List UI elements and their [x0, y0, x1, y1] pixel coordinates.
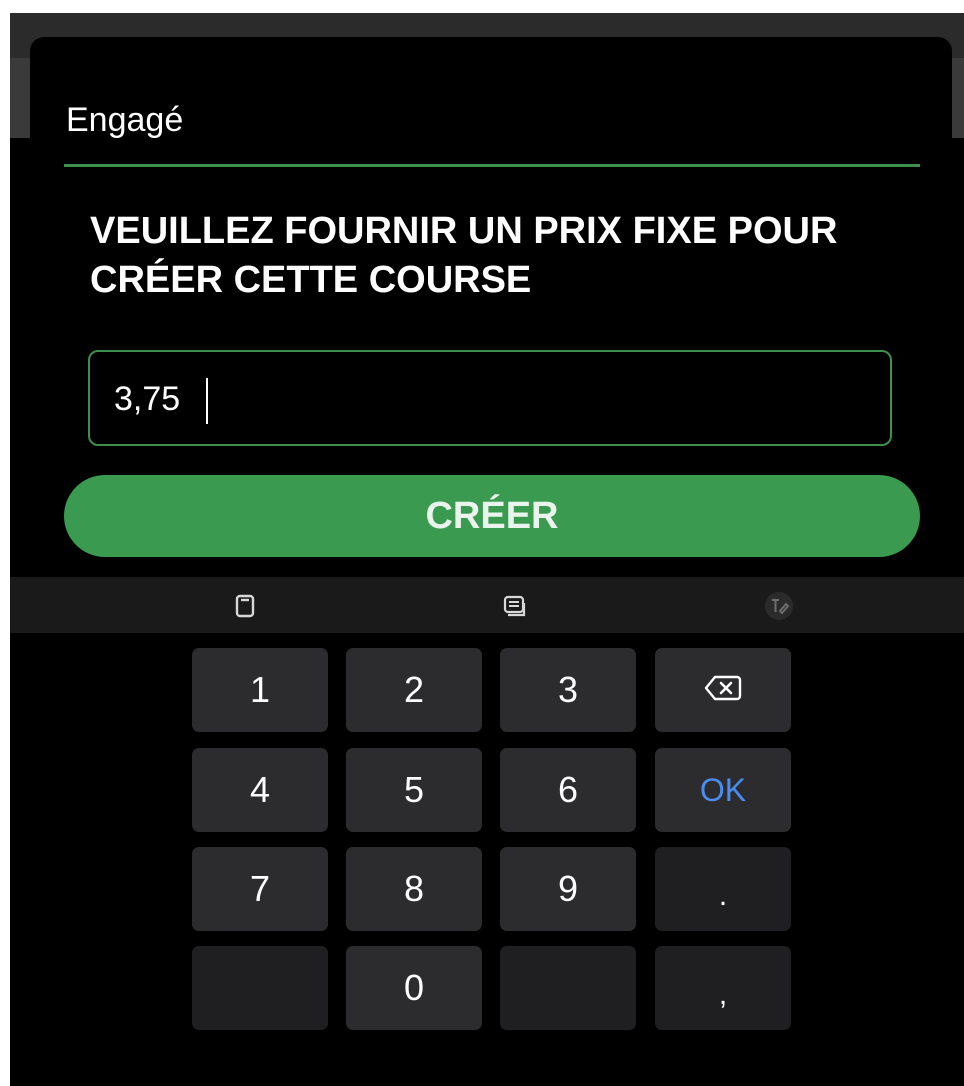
keyboard-toolbar	[10, 577, 964, 633]
key-9[interactable]: 9	[500, 847, 636, 931]
key-4[interactable]: 4	[192, 748, 328, 832]
key-5[interactable]: 5	[346, 748, 482, 832]
title-divider	[64, 164, 920, 167]
price-input[interactable]: 3,75	[88, 350, 892, 446]
key-1[interactable]: 1	[192, 648, 328, 732]
price-prompt: VEUILLEZ FOURNIR UN PRIX FIXE POUR CRÉER…	[90, 210, 838, 301]
price-input-value: 3,75	[114, 380, 181, 418]
backspace-key[interactable]	[655, 648, 791, 732]
dot-key[interactable]: .	[655, 847, 791, 931]
create-button[interactable]: CRÉER	[64, 475, 920, 557]
empty-key-right	[500, 946, 636, 1030]
key-2[interactable]: 2	[346, 648, 482, 732]
key-8[interactable]: 8	[346, 847, 482, 931]
key-0[interactable]: 0	[346, 946, 482, 1030]
handwriting-icon[interactable]	[764, 591, 794, 621]
key-3[interactable]: 3	[500, 648, 636, 732]
fixed-price-dialog: Engagé VEUILLEZ FOURNIR UN PRIX FIXE POU…	[30, 37, 952, 597]
text-caret	[206, 378, 208, 424]
phone-screen: Engagé VEUILLEZ FOURNIR UN PRIX FIXE POU…	[10, 13, 964, 1086]
key-7[interactable]: 7	[192, 847, 328, 931]
comma-key[interactable]: ,	[655, 946, 791, 1030]
ok-key[interactable]: OK	[655, 748, 791, 832]
empty-key-left	[192, 946, 328, 1030]
backspace-icon	[703, 669, 743, 711]
numeric-keyboard: 1 2 3 4 5 6 OK 7 8 9 . 0 ,	[10, 633, 964, 1086]
dialog-title: Engagé	[66, 101, 184, 139]
key-6[interactable]: 6	[500, 748, 636, 832]
clipboard-icon[interactable]	[230, 591, 260, 621]
keyboard-settings-icon[interactable]	[500, 591, 530, 621]
